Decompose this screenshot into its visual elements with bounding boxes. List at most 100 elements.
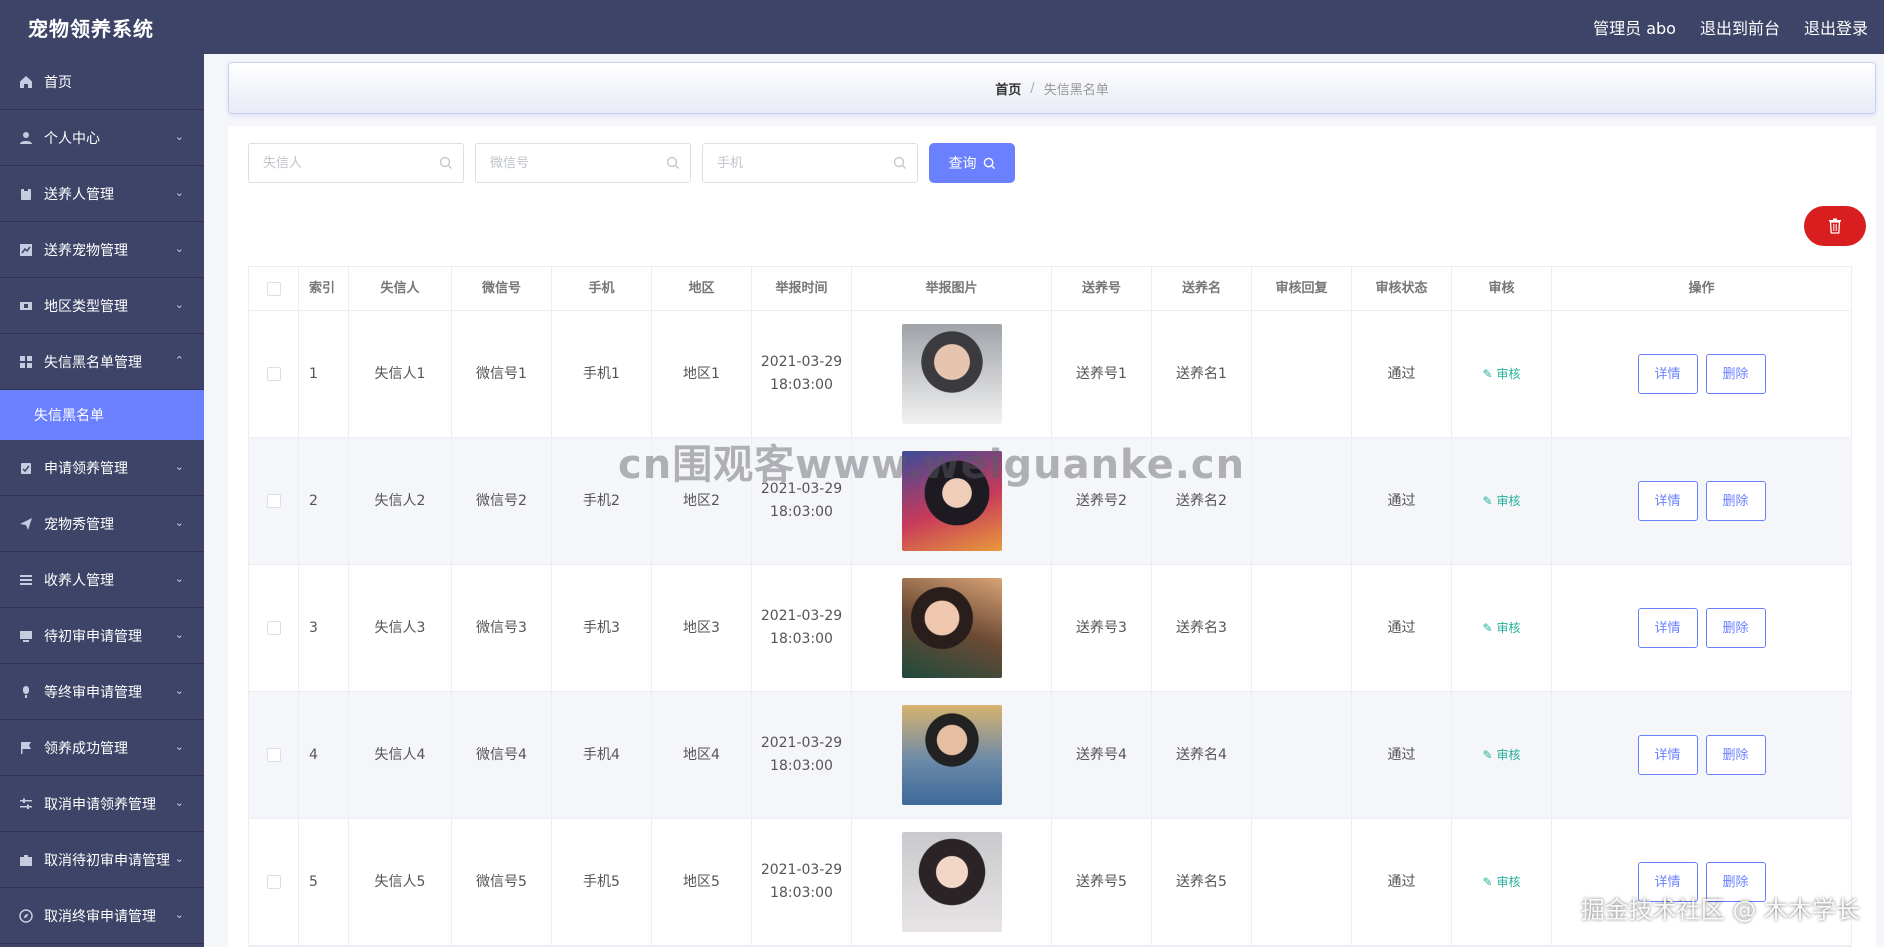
table-header: 索引 失信人 微信号 手机 地区 举报时间 举报图片 送养号 送养名 审核回复 … (249, 267, 1851, 311)
cell-person: 失信人2 (349, 438, 452, 564)
batch-delete-button[interactable] (1804, 206, 1866, 246)
cell-report-image (852, 311, 1052, 437)
delete-button[interactable]: 删除 (1705, 862, 1766, 902)
breadcrumb-home[interactable]: 首页 (995, 79, 1021, 98)
row-select-cell (249, 311, 299, 437)
delete-button[interactable]: 删除 (1705, 481, 1766, 521)
report-date: 2021-03-29 (760, 608, 843, 624)
sidebar-item-pending-first-review[interactable]: 待初审申请管理 ⌄ (0, 608, 204, 664)
cell-audit: ✎ 审核 (1452, 311, 1552, 437)
sidebar-item-area-type[interactable]: 地区类型管理 ⌄ (0, 278, 204, 334)
detail-button[interactable]: 详情 (1637, 862, 1698, 902)
cell-wechat: 微信号5 (452, 819, 552, 945)
report-photo[interactable] (901, 324, 1002, 424)
sidebar-item-foster-pet[interactable]: 送养宠物管理 ⌄ (0, 222, 204, 278)
sidebar-item-personal-center[interactable]: 个人中心 ⌄ (0, 110, 204, 166)
sidebar-item-foster-owner[interactable]: 送养人管理 ⌄ (0, 166, 204, 222)
audit-link[interactable]: ✎ 审核 (1482, 490, 1520, 513)
chevron-down-icon: ⌄ (174, 572, 184, 585)
sidebar-item-cancel-first-review[interactable]: 取消待初审申请管理 ⌄ (0, 832, 204, 888)
cell-status: 通过 (1352, 819, 1452, 945)
report-time: 18:03:00 (770, 631, 833, 647)
row-checkbox[interactable] (266, 494, 281, 508)
cell-area: 地区3 (652, 565, 752, 691)
row-checkbox[interactable] (266, 875, 281, 889)
cell-foster-no: 送养号1 (1052, 311, 1152, 437)
blacklist-table: 索引 失信人 微信号 手机 地区 举报时间 举报图片 送养号 送养名 审核回复 … (248, 266, 1852, 947)
row-checkbox[interactable] (266, 621, 281, 635)
delete-button[interactable]: 删除 (1705, 608, 1766, 648)
detail-button[interactable]: 详情 (1637, 481, 1698, 521)
report-photo[interactable] (901, 451, 1002, 551)
search-phone-input[interactable] (703, 144, 917, 182)
edit-icon: ✎ (1482, 493, 1493, 508)
sidebar-item-cancel-apply[interactable]: 取消申请领养管理 ⌄ (0, 776, 204, 832)
report-photo[interactable] (901, 832, 1002, 932)
search-icon (893, 156, 906, 169)
audit-link[interactable]: ✎ 审核 (1482, 617, 1520, 640)
report-date: 2021-03-29 (760, 862, 843, 878)
row-checkbox[interactable] (266, 748, 281, 762)
column-header: 审核状态 (1352, 267, 1452, 310)
search-row: 查询 (248, 143, 1015, 183)
cell-report-image (852, 692, 1052, 818)
chevron-down-icon: ⌄ (174, 516, 184, 529)
query-button[interactable]: 查询 (929, 143, 1015, 183)
sidebar-item-cancel-final-review[interactable]: 取消终审申请管理 ⌄ (0, 888, 204, 944)
sidebar-item-adoption-apply[interactable]: 申请领养管理 ⌄ (0, 440, 204, 496)
cell-actions: 详情 删除 (1552, 692, 1851, 818)
audit-link[interactable]: ✎ 审核 (1482, 363, 1520, 386)
row-select-cell (249, 692, 299, 818)
search-person-input[interactable] (249, 144, 463, 182)
cell-audit: ✎ 审核 (1452, 565, 1552, 691)
sidebar-item-adoption-success[interactable]: 领养成功管理 ⌄ (0, 720, 204, 776)
row-checkbox[interactable] (266, 367, 281, 381)
cell-phone: 手机2 (552, 438, 652, 564)
detail-button[interactable]: 详情 (1637, 735, 1698, 775)
detail-button[interactable]: 详情 (1637, 354, 1698, 394)
cell-person: 失信人5 (349, 819, 452, 945)
sidebar-item-home[interactable]: 首页 (0, 54, 204, 110)
sidebar-item-pet-show[interactable]: 宠物秀管理 ⌄ (0, 496, 204, 552)
delete-button[interactable]: 删除 (1705, 735, 1766, 775)
report-date: 2021-03-29 (760, 735, 843, 751)
cell-reply (1252, 438, 1352, 564)
audit-link[interactable]: ✎ 审核 (1482, 871, 1520, 894)
table-row: 4 失信人4 微信号4 手机4 地区4 2021-03-29 18:03:00 … (249, 692, 1851, 819)
sidebar-item-label: 取消申请领养管理 (44, 796, 156, 813)
sidebar-item-label: 取消终审申请管理 (44, 908, 156, 925)
edit-icon: ✎ (1482, 366, 1493, 381)
cell-audit: ✎ 审核 (1452, 692, 1552, 818)
audit-link[interactable]: ✎ 审核 (1482, 744, 1520, 767)
detail-button[interactable]: 详情 (1637, 608, 1698, 648)
delete-button[interactable]: 删除 (1705, 354, 1766, 394)
send-icon (18, 516, 34, 532)
sidebar-item-label: 待初审申请管理 (44, 628, 142, 645)
cell-foster-name: 送养名1 (1152, 311, 1252, 437)
cell-wechat: 微信号1 (452, 311, 552, 437)
clipboard-icon (18, 186, 34, 202)
chart-icon (18, 242, 34, 258)
exit-to-front-link[interactable]: 退出到前台 (1700, 15, 1780, 39)
chevron-down-icon: ⌄ (174, 242, 184, 255)
report-date: 2021-03-29 (760, 354, 843, 370)
select-all-checkbox[interactable] (266, 281, 281, 296)
cell-report-time: 2021-03-29 18:03:00 (752, 692, 852, 818)
sidebar-item-blacklist-mgmt[interactable]: 失信黑名单管理 ⌃ (0, 334, 204, 390)
cell-report-time: 2021-03-29 18:03:00 (752, 565, 852, 691)
report-photo[interactable] (901, 578, 1002, 678)
cell-actions: 详情 删除 (1552, 819, 1851, 945)
sidebar-item-label: 送养人管理 (44, 186, 114, 203)
search-person-field (248, 143, 464, 183)
sidebar-item-label: 送养宠物管理 (44, 242, 128, 259)
cell-wechat: 微信号2 (452, 438, 552, 564)
logout-link[interactable]: 退出登录 (1804, 15, 1868, 39)
sidebar-item-final-review[interactable]: 等终审申请管理 ⌄ (0, 664, 204, 720)
cell-report-image (852, 438, 1052, 564)
search-wechat-input[interactable] (476, 144, 690, 182)
sidebar-subitem-blacklist[interactable]: 失信黑名单 (0, 390, 204, 440)
sidebar-item-adopter[interactable]: 收养人管理 ⌄ (0, 552, 204, 608)
report-time: 18:03:00 (770, 758, 833, 774)
cell-index: 3 (299, 565, 349, 691)
report-photo[interactable] (901, 705, 1002, 805)
